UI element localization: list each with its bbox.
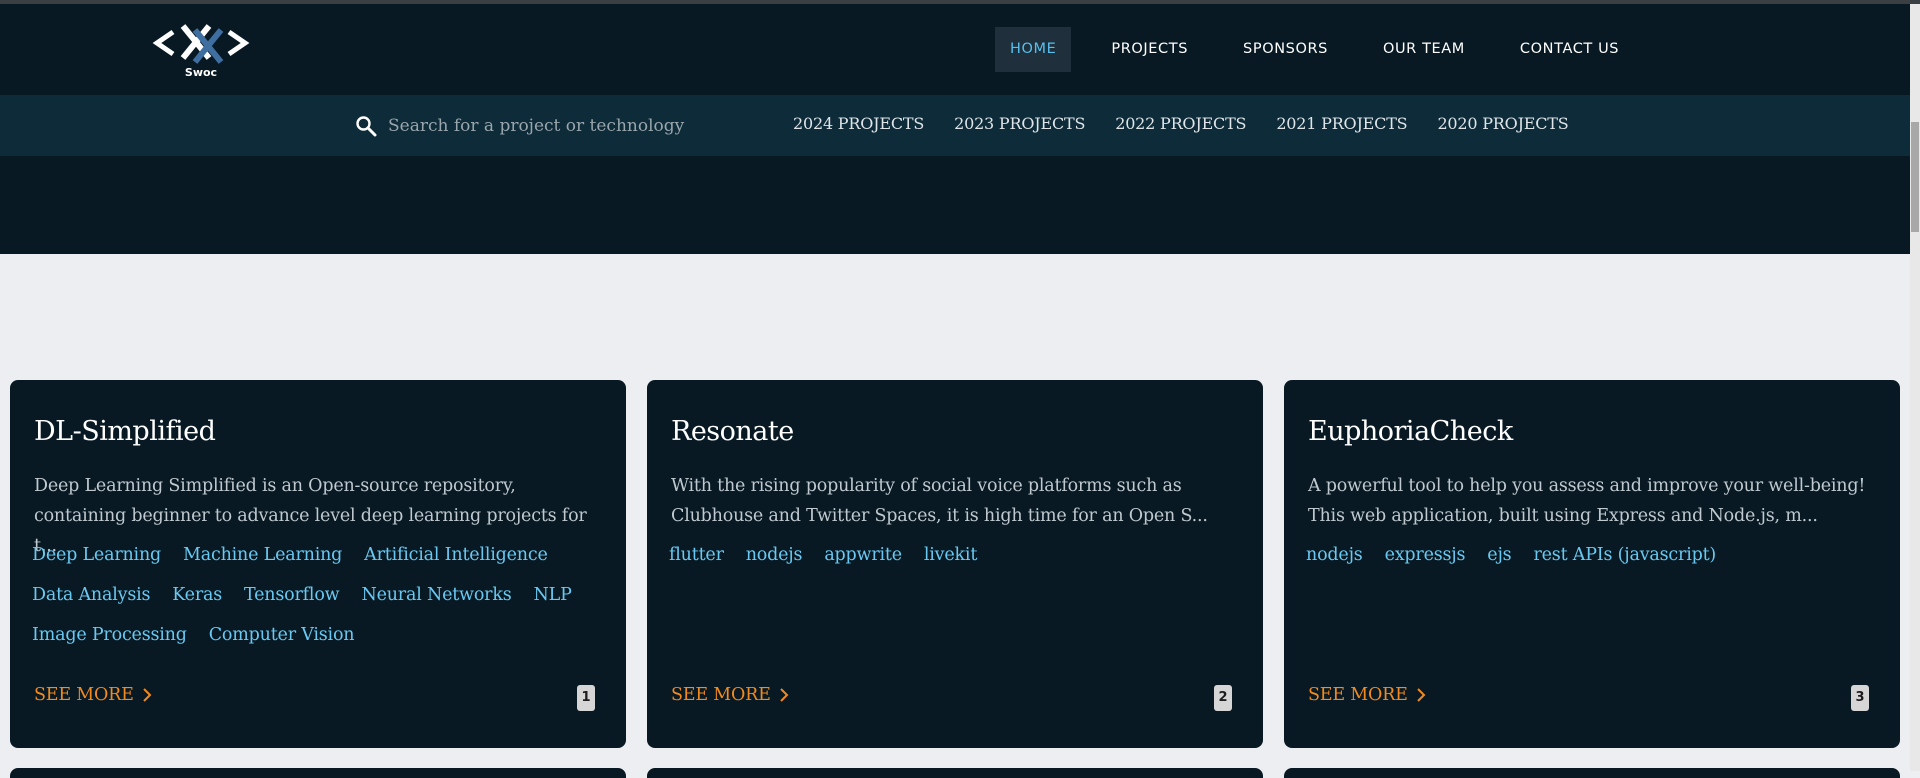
chevron-right-icon — [1417, 688, 1426, 702]
tag[interactable]: Data Analysis — [32, 583, 150, 608]
chevron-right-icon — [143, 688, 152, 702]
project-card[interactable]: Resonate With the rising popularity of s… — [647, 380, 1263, 748]
tag[interactable]: Machine Learning — [183, 543, 342, 568]
swoc-logo[interactable]: Swoc — [151, 22, 251, 82]
year-link-2020[interactable]: 2020 PROJECTS — [1437, 114, 1568, 133]
tag[interactable]: nodejs — [1306, 543, 1363, 568]
tag[interactable]: expressjs — [1385, 543, 1466, 568]
tag[interactable]: rest APIs (javascript) — [1533, 543, 1716, 568]
nav-home[interactable]: HOME — [995, 27, 1072, 72]
year-link-2021[interactable]: 2021 PROJECTS — [1276, 114, 1407, 133]
nav-our-team[interactable]: OUR TEAM — [1368, 27, 1480, 72]
project-card[interactable]: EuphoriaCheck A powerful tool to help yo… — [1284, 380, 1900, 748]
project-description: With the rising popularity of social voi… — [671, 476, 1208, 526]
tag[interactable]: Artificial Intelligence — [364, 543, 548, 568]
tag[interactable]: Keras — [172, 583, 222, 608]
project-title[interactable]: Resonate — [671, 416, 794, 447]
tag[interactable]: appwrite — [824, 543, 902, 568]
tag[interactable]: ejs — [1487, 543, 1511, 568]
site-header: Swoc HOME PROJECTS SPONSORS OUR TEAM CON… — [0, 4, 1910, 254]
project-title[interactable]: EuphoriaCheck — [1308, 416, 1513, 447]
project-number-badge: 2 — [1214, 685, 1232, 711]
main-nav: HOME PROJECTS SPONSORS OUR TEAM CONTACT … — [995, 27, 1659, 72]
project-card[interactable]: DL-Simplified Deep Learning Simplified i… — [10, 380, 626, 748]
tag[interactable]: Image Processing — [32, 623, 187, 648]
project-number-badge: 3 — [1851, 685, 1869, 711]
see-more-link[interactable]: SEE MORE — [1308, 685, 1426, 705]
project-card-next-row[interactable] — [10, 768, 626, 778]
year-link-2022[interactable]: 2022 PROJECTS — [1115, 114, 1246, 133]
project-card-next-row[interactable] — [1284, 768, 1900, 778]
top-navbar: Swoc HOME PROJECTS SPONSORS OUR TEAM CON… — [0, 4, 1910, 95]
scrollbar-thumb[interactable] — [1911, 122, 1919, 232]
tag[interactable]: livekit — [924, 543, 977, 568]
year-link-2024[interactable]: 2024 PROJECTS — [793, 114, 924, 133]
project-filter-bar: 2024 PROJECTS 2023 PROJECTS 2022 PROJECT… — [0, 95, 1910, 156]
project-tags: Deep Learning Machine Learning Artificia… — [32, 543, 602, 648]
tag[interactable]: NLP — [534, 583, 572, 608]
tag[interactable]: Computer Vision — [209, 623, 355, 648]
see-more-link[interactable]: SEE MORE — [34, 685, 152, 705]
year-link-2023[interactable]: 2023 PROJECTS — [954, 114, 1085, 133]
logo-mark-icon — [152, 24, 250, 64]
see-more-label: SEE MORE — [671, 685, 771, 705]
tag[interactable]: Tensorflow — [244, 583, 340, 608]
project-number-badge: 1 — [577, 685, 595, 711]
nav-sponsors[interactable]: SPONSORS — [1228, 27, 1343, 72]
year-links: 2024 PROJECTS 2023 PROJECTS 2022 PROJECT… — [793, 114, 1599, 133]
see-more-label: SEE MORE — [1308, 685, 1408, 705]
nav-contact-us[interactable]: CONTACT US — [1505, 27, 1634, 72]
tag[interactable]: nodejs — [746, 543, 803, 568]
chevron-right-icon — [780, 688, 789, 702]
page-scrollbar[interactable] — [1910, 4, 1920, 771]
search-input[interactable] — [386, 109, 720, 143]
logo-caption: Swoc — [184, 66, 218, 79]
project-tags: flutter nodejs appwrite livekit — [669, 543, 1239, 568]
tag[interactable]: Neural Networks — [361, 583, 511, 608]
see-more-label: SEE MORE — [34, 685, 134, 705]
project-card-next-row[interactable] — [647, 768, 1263, 778]
search-icon — [356, 116, 377, 137]
project-title[interactable]: DL-Simplified — [34, 416, 216, 447]
project-tags: nodejs expressjs ejs rest APIs (javascri… — [1306, 543, 1876, 568]
nav-projects[interactable]: PROJECTS — [1096, 27, 1203, 72]
tag[interactable]: Deep Learning — [32, 543, 161, 568]
project-description: A powerful tool to help you assess and i… — [1308, 476, 1866, 526]
tag[interactable]: flutter — [669, 543, 724, 568]
see-more-link[interactable]: SEE MORE — [671, 685, 789, 705]
